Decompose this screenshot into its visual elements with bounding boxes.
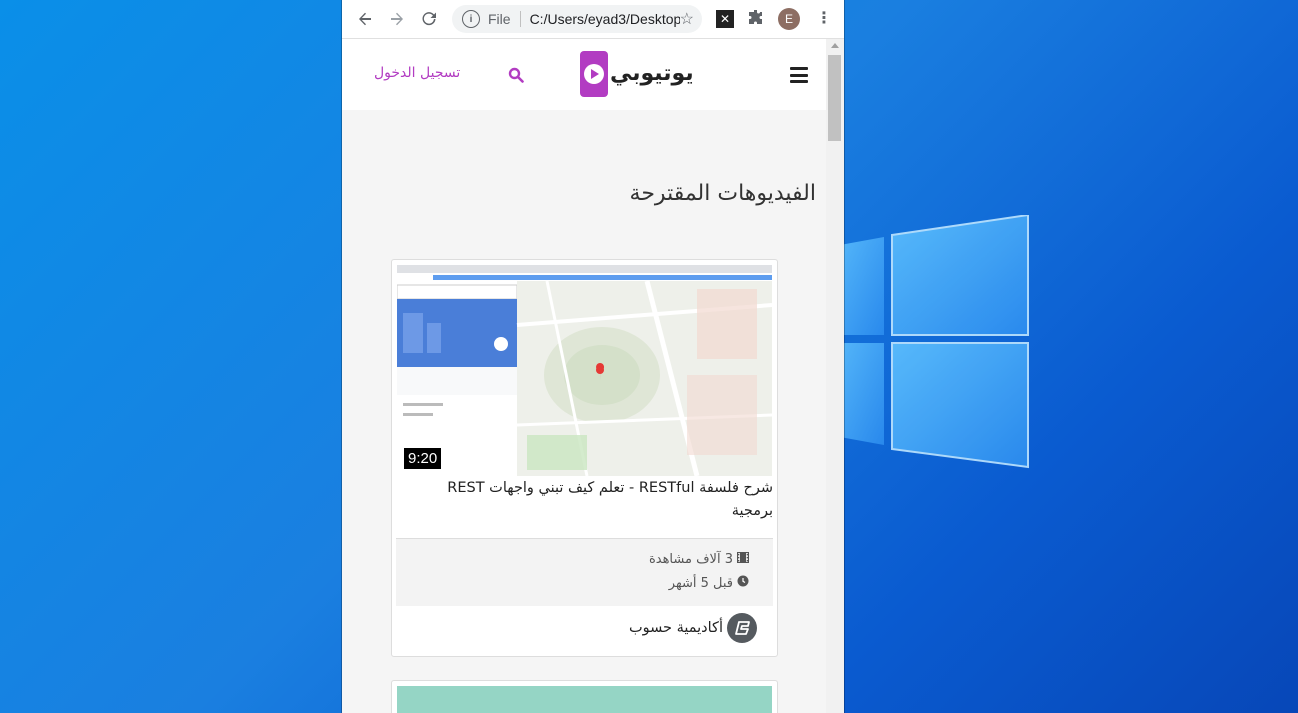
forward-icon[interactable]: [386, 8, 408, 30]
video-card[interactable]: [391, 680, 778, 713]
film-icon: [736, 551, 750, 567]
menu-dots-icon[interactable]: ⋮: [816, 8, 832, 27]
scroll-thumb[interactable]: [828, 55, 841, 141]
views-text: 3 آلاف مشاهدة: [648, 552, 733, 567]
search-icon[interactable]: [508, 67, 524, 83]
omnibox-separator: [519, 11, 521, 27]
scroll-up-arrow-icon[interactable]: [831, 43, 839, 48]
video-card[interactable]: 9:20 شرح فلسفة RESTful - تعلم كيف تبني و…: [391, 259, 778, 657]
extension-icon[interactable]: ✕: [716, 10, 734, 28]
clock-icon: [737, 575, 749, 591]
browser-toolbar: i File C:/Users/eyad3/Desktop/youtube/in…: [342, 0, 844, 39]
channel-logo-icon[interactable]: [727, 613, 757, 643]
section-title: الفيديوهات المقترحة: [629, 181, 816, 206]
reload-icon[interactable]: [418, 8, 440, 30]
hamburger-menu-icon[interactable]: [790, 67, 808, 83]
views-row: 3 آلاف مشاهدة: [648, 551, 750, 567]
video-meta: 3 آلاف مشاهدة قبل 5 أشهر: [396, 538, 773, 606]
login-link[interactable]: تسجيل الدخول: [374, 65, 460, 81]
puzzle-icon[interactable]: [748, 9, 764, 29]
star-icon[interactable]: ☆: [680, 9, 694, 29]
published-text: قبل 5 أشهر: [668, 575, 733, 591]
video-thumbnail[interactable]: 9:20: [397, 265, 772, 476]
video-thumbnail[interactable]: [397, 686, 772, 713]
info-icon[interactable]: i: [462, 10, 480, 28]
page-viewport: يوتيوبي تسجيل الدخول الفيديوهات المقترحة: [342, 39, 826, 713]
thumbnail-map-image: [397, 265, 772, 476]
site-logo-text[interactable]: يوتيوبي: [610, 61, 694, 86]
channel-name[interactable]: أكاديمية حسوب: [629, 620, 723, 636]
browser-window: i File C:/Users/eyad3/Desktop/youtube/in…: [342, 0, 844, 713]
channel-row[interactable]: أكاديمية حسوب: [629, 613, 757, 643]
windows-logo: [840, 213, 1030, 469]
page-scrollbar[interactable]: [826, 39, 844, 713]
play-logo-icon[interactable]: [580, 51, 608, 97]
url-text[interactable]: C:/Users/eyad3/Desktop/youtube/index.htm…: [530, 11, 680, 27]
back-icon[interactable]: [354, 8, 376, 30]
video-title[interactable]: شرح فلسفة RESTful - تعلم كيف تبني واجهات…: [413, 477, 773, 523]
site-header: يوتيوبي تسجيل الدخول: [342, 39, 826, 110]
profile-avatar[interactable]: E: [778, 8, 800, 30]
address-bar[interactable]: i File C:/Users/eyad3/Desktop/youtube/in…: [452, 5, 702, 33]
published-row: قبل 5 أشهر: [669, 575, 749, 591]
url-scheme: File: [488, 11, 511, 27]
video-duration: 9:20: [404, 448, 442, 469]
